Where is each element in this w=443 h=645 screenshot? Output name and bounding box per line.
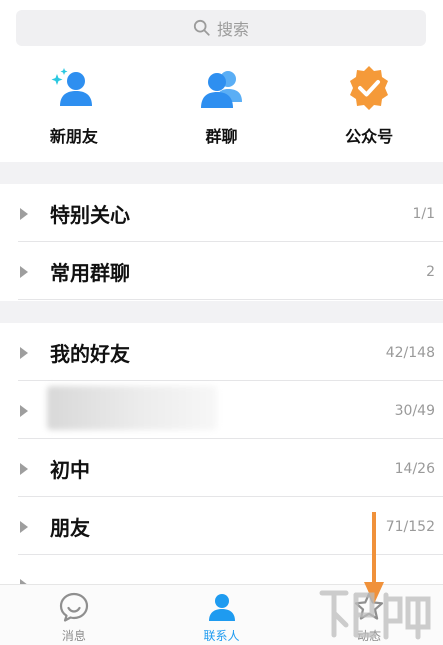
- official-account-button[interactable]: 公众号: [295, 64, 443, 160]
- group-row-blurred[interactable]: 30/49: [0, 382, 443, 439]
- tab-contacts[interactable]: 联系人: [148, 585, 296, 645]
- group-row-common-groups[interactable]: 常用群聊 2: [0, 243, 443, 300]
- star-icon: [353, 591, 385, 623]
- tab-label: 消息: [61, 629, 86, 643]
- group-count: 1/1: [412, 205, 435, 222]
- group-count: 2: [426, 263, 435, 280]
- tab-bar: 消息 联系人 动态: [0, 584, 443, 645]
- search-placeholder: 搜索: [216, 20, 249, 39]
- group-name-blurred: [47, 386, 395, 435]
- group-count: 30/49: [394, 402, 435, 419]
- group-chat-label: 群聊: [205, 127, 238, 146]
- group-row-special[interactable]: 特别关心 1/1: [0, 185, 443, 242]
- expand-arrow-icon: [20, 207, 28, 220]
- group-chat-icon: [198, 64, 246, 112]
- new-friend-icon: [50, 64, 98, 112]
- group-name: 特别关心: [50, 203, 130, 227]
- group-row-junior-high[interactable]: 初中 14/26: [0, 440, 443, 497]
- expand-arrow-icon: [20, 346, 28, 359]
- group-chat-button[interactable]: 群聊: [148, 64, 296, 160]
- section-divider: [0, 301, 443, 323]
- blurred-name: [47, 386, 217, 430]
- tab-label: 动态: [357, 629, 382, 643]
- tab-label: 联系人: [203, 629, 240, 643]
- new-friend-button[interactable]: 新朋友: [0, 64, 148, 160]
- group-name: 我的好友: [50, 342, 130, 366]
- official-account-icon: [345, 64, 393, 112]
- contacts-icon: [206, 591, 238, 623]
- new-friend-label: 新朋友: [49, 127, 98, 146]
- expand-arrow-icon: [20, 265, 28, 278]
- group-name: 朋友: [50, 516, 90, 540]
- tab-messages[interactable]: 消息: [0, 585, 148, 645]
- group-name: 常用群聊: [50, 261, 130, 285]
- quick-actions: 新朋友 群聊 公众号: [0, 64, 443, 160]
- section-divider: [0, 162, 443, 184]
- expand-arrow-icon: [20, 462, 28, 475]
- group-count: 42/148: [385, 344, 435, 361]
- group-row-friends[interactable]: 朋友 71/152: [0, 498, 443, 555]
- group-row-my-friends[interactable]: 我的好友 42/148: [0, 324, 443, 381]
- search-icon: [193, 19, 211, 37]
- expand-arrow-icon: [20, 404, 28, 417]
- group-name: 初中: [50, 458, 90, 482]
- tab-moments[interactable]: 动态: [295, 585, 443, 645]
- search-bar[interactable]: 搜索: [16, 10, 426, 46]
- group-count: 14/26: [394, 460, 435, 477]
- message-icon: [58, 591, 90, 623]
- official-account-label: 公众号: [345, 127, 394, 146]
- group-count: 71/152: [385, 518, 435, 535]
- expand-arrow-icon: [20, 520, 28, 533]
